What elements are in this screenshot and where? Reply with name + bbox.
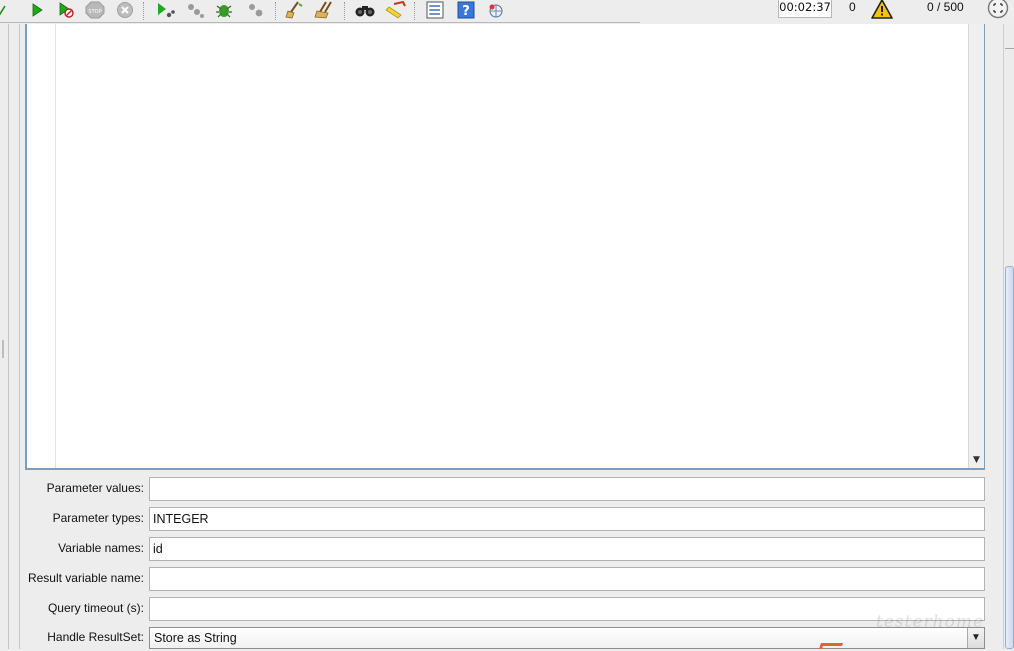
remote-start-icon[interactable] [154,0,176,20]
warning-icon[interactable] [870,0,894,20]
expand-icon[interactable] [987,0,1009,19]
result-variable-name-input[interactable] [149,567,985,591]
handle-resultset-label: Handle ResultSet: [47,630,144,644]
handle-resultset-value: Store as String [154,631,237,645]
parameter-types-input[interactable] [149,507,985,531]
result-variable-name-row: Result variable name: [19,565,989,591]
scroll-down-arrow-icon[interactable]: ▼ [969,453,984,467]
remote-stop-icon[interactable] [184,0,206,20]
toolbar: STOP ? 00:02:37 0 0 / 500 [0,0,1014,24]
remote-exit-icon[interactable] [245,0,267,20]
toolbar-bottom-line [0,22,640,23]
handle-resultset-row: Handle ResultSet: Store as String ▼ [19,625,989,651]
thread-count: 0 / 500 [927,0,964,14]
watermark-text: testerhome [876,612,984,632]
variable-names-label: Variable names: [58,541,144,555]
handle-resultset-select[interactable]: Store as String ▼ [149,627,985,649]
scrollbar-track-marker [1005,48,1014,63]
query-scrollbar[interactable]: ▼ [968,24,984,468]
clear-all-icon[interactable] [314,0,336,20]
query-text-area[interactable]: ▼ [25,24,985,470]
page-scrollbar[interactable] [1003,24,1014,649]
reset-search-icon[interactable] [385,0,407,20]
query-timeout-label: Query timeout (s): [47,601,144,615]
search-icon[interactable] [354,0,376,20]
parameter-values-input[interactable] [149,477,985,501]
variable-names-row: Variable names: [19,535,989,561]
parameter-types-row: Parameter types: [19,505,989,531]
query-timeout-input[interactable] [149,597,985,621]
stop-icon[interactable]: STOP [84,0,106,20]
tree-splitter[interactable] [0,24,9,649]
watermark-logo [818,643,844,649]
parameter-types-label: Parameter types: [52,511,144,525]
variable-names-input[interactable] [149,537,985,561]
clear-icon[interactable] [283,0,305,20]
start-icon[interactable] [26,0,48,20]
line-number-gutter [27,24,56,468]
scrollbar-thumb[interactable] [1005,266,1014,649]
svg-text:STOP: STOP [88,9,101,15]
svg-text:?: ? [462,4,470,19]
splitter-grip[interactable] [2,340,4,358]
function-helper-icon[interactable] [424,0,446,20]
remote-shutdown-icon[interactable] [213,0,235,20]
remote-icon[interactable] [485,0,507,20]
start-no-pause-icon[interactable] [55,0,77,20]
parameter-values-label: Parameter values: [46,481,144,495]
toolbar-separator [344,2,345,20]
elapsed-timer: 00:02:37 [778,0,832,18]
shutdown-icon[interactable] [114,0,136,20]
parameter-values-row: Parameter values: [19,475,989,501]
result-variable-name-label: Result variable name: [27,571,144,585]
toolbar-separator [275,2,276,20]
toolbar-separator [414,2,415,20]
help-icon[interactable]: ? [455,0,477,20]
check-mark-icon[interactable] [0,0,8,20]
toolbar-separator [143,2,144,20]
error-count: 0 [849,0,856,14]
query-timeout-row: Query timeout (s): [19,595,989,621]
